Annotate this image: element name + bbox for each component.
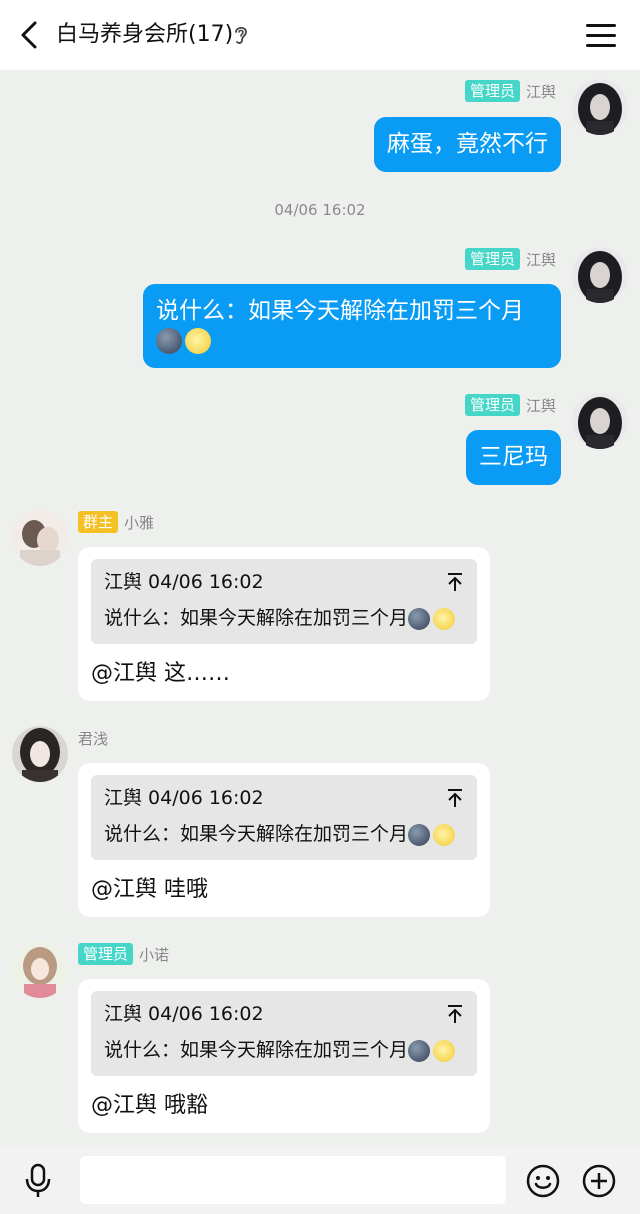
new-moon-face-icon: [408, 823, 431, 846]
quote-text: 说什么：如果今天解除在加罚三个月: [104, 823, 409, 845]
moon-face-icon: [433, 607, 456, 630]
message-meta: 管理员 江舆: [464, 393, 556, 417]
smiley-icon[interactable]: [525, 1163, 561, 1199]
message-meta: 群主 小雅: [78, 510, 154, 534]
message-input[interactable]: [80, 1156, 506, 1204]
menu-button[interactable]: [586, 20, 616, 50]
message-text: 说什么：如果今天解除在加罚三个月: [156, 298, 524, 324]
avatar[interactable]: [572, 393, 628, 449]
incoming-message-bubble[interactable]: 江舆 04/06 16:02 说什么：如果今天解除在加罚三个月 @江舆 哦豁: [78, 979, 490, 1133]
plus-icon[interactable]: [581, 1163, 617, 1199]
avatar[interactable]: [12, 726, 68, 782]
jump-to-top-icon[interactable]: [445, 1003, 465, 1025]
jump-to-top-icon[interactable]: [445, 787, 465, 809]
back-arrow-icon: [21, 21, 37, 49]
quoted-message[interactable]: 江舆 04/06 16:02 说什么：如果今天解除在加罚三个月: [91, 559, 477, 644]
quote-text: 说什么：如果今天解除在加罚三个月: [104, 607, 409, 629]
chat-title: 白马养身会所(17): [56, 22, 234, 47]
sender-name: 小雅: [124, 513, 155, 532]
quoted-message[interactable]: 江舆 04/06 16:02 说什么：如果今天解除在加罚三个月: [91, 775, 477, 860]
quote-header: 江舆 04/06 16:02: [104, 787, 264, 809]
quote-header: 江舆 04/06 16:02: [104, 571, 264, 593]
message-meta: 管理员 小诺: [78, 942, 169, 966]
admin-badge: 管理员: [78, 943, 134, 965]
timestamp: 04/06 16:02: [274, 201, 366, 219]
message-text: 麻蛋，竟然不行: [387, 131, 548, 157]
outgoing-message-bubble[interactable]: 三尼玛: [466, 430, 561, 485]
new-moon-face-icon: [408, 607, 431, 630]
chat-header: 白马养身会所(17): [0, 0, 640, 70]
message-meta: 管理员 江舆: [464, 247, 556, 271]
message-list[interactable]: 管理员 江舆 麻蛋，竟然不行 04/06 16:02 管理员 江舆 说什么：如果…: [0, 70, 640, 1146]
avatar[interactable]: [572, 79, 628, 135]
sender-name: 江舆: [525, 82, 556, 101]
moon-face-icon: [185, 327, 211, 354]
moon-face-icon: [433, 1039, 456, 1062]
sender-name: 江舆: [525, 396, 556, 415]
incoming-message-bubble[interactable]: 江舆 04/06 16:02 说什么：如果今天解除在加罚三个月 @江舆 这……: [78, 547, 490, 701]
microphone-icon[interactable]: [22, 1163, 54, 1199]
message-meta: 君浅: [78, 726, 108, 750]
incoming-message-bubble[interactable]: 江舆 04/06 16:02 说什么：如果今天解除在加罚三个月 @江舆 哇哦: [78, 763, 490, 917]
admin-badge: 管理员: [464, 80, 520, 102]
sender-name: 江舆: [525, 250, 556, 269]
admin-badge: 管理员: [464, 248, 520, 270]
back-button[interactable]: [14, 18, 44, 52]
reply-text: @江舆 哇哦: [91, 877, 208, 902]
reply-text: @江舆 这……: [91, 661, 230, 686]
avatar[interactable]: [572, 247, 628, 303]
quote-header: 江舆 04/06 16:02: [104, 1003, 264, 1025]
sender-name: 君浅: [78, 729, 109, 748]
outgoing-message-bubble[interactable]: 麻蛋，竟然不行: [374, 117, 561, 172]
message-text: 三尼玛: [479, 444, 548, 470]
message-meta: 管理员 江舆: [464, 79, 556, 103]
avatar[interactable]: [12, 942, 68, 998]
moon-face-icon: [433, 823, 456, 846]
ear-icon: [235, 26, 247, 44]
sender-name: 小诺: [139, 945, 170, 964]
input-bar: [0, 1146, 640, 1214]
menu-icon: [586, 23, 616, 27]
reply-text: @江舆 哦豁: [91, 1093, 208, 1118]
avatar[interactable]: [12, 510, 68, 566]
new-moon-face-icon: [408, 1039, 431, 1062]
new-moon-face-icon: [156, 327, 182, 354]
quote-text: 说什么：如果今天解除在加罚三个月: [104, 1039, 409, 1061]
jump-to-top-icon[interactable]: [445, 571, 465, 593]
owner-badge: 群主: [78, 511, 119, 533]
outgoing-message-bubble[interactable]: 说什么：如果今天解除在加罚三个月: [143, 284, 561, 368]
admin-badge: 管理员: [464, 394, 520, 416]
quoted-message[interactable]: 江舆 04/06 16:02 说什么：如果今天解除在加罚三个月: [91, 991, 477, 1076]
